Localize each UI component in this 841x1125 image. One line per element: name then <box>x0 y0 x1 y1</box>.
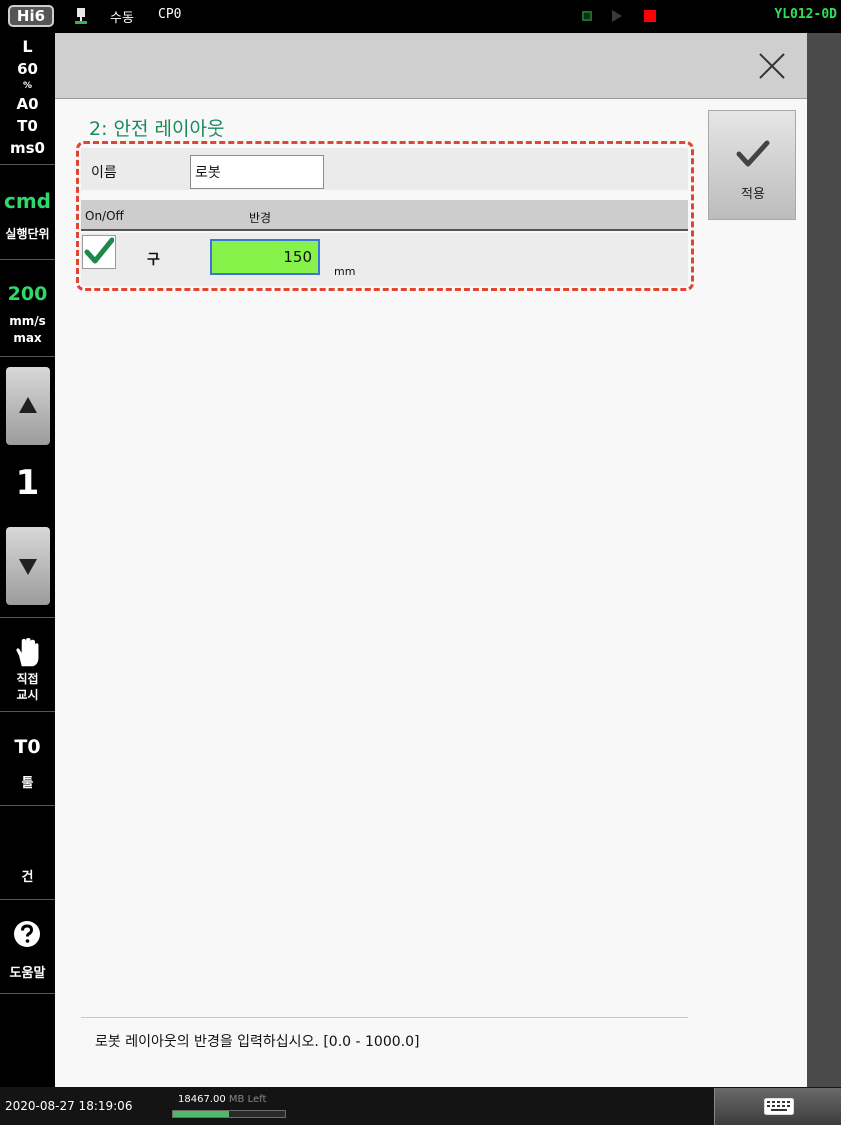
page-title: 2: 안전 레이아웃 <box>89 118 225 140</box>
mode-indicator: 수동 <box>110 11 134 26</box>
left-panel: L 60 % A0 T0 ms0 cmd 실행단위 200 mm/s max 1… <box>0 33 55 1087</box>
robot-id: YL012-0D <box>774 7 837 22</box>
tool-button[interactable]: T0 툴 <box>0 712 55 804</box>
help-label: 도움말 <box>9 966 46 981</box>
apply-button[interactable]: 적용 <box>708 110 796 220</box>
step-up-button[interactable] <box>6 367 50 445</box>
hand-icon <box>16 638 39 667</box>
memory-value: 18467.00 <box>178 1094 226 1105</box>
radius-input[interactable]: 150 <box>210 239 320 275</box>
exec-unit-label: 실행단위 <box>5 227 50 241</box>
right-strip <box>807 33 841 1087</box>
cp-indicator: CP0 <box>158 7 182 22</box>
hint-text: 로봇 레이아웃의 반경을 입력하십시오. [0.0 - 1000.0] <box>95 1034 420 1050</box>
table-row: 구 150 mm <box>81 233 688 286</box>
override-value[interactable]: 60 <box>0 60 55 78</box>
speed-unit: mm/s <box>9 314 46 328</box>
memory-bar-fill <box>173 1111 229 1117</box>
direct-teach-label: 직접 <box>16 672 39 686</box>
hi6-badge[interactable]: Hi6 <box>8 5 54 27</box>
checkmark-icon <box>84 237 114 264</box>
memory-status: 18467.00 MB Left <box>178 1094 266 1105</box>
datetime: 2020-08-27 18:19:06 <box>5 1099 133 1113</box>
tool-short: T0 <box>17 117 38 135</box>
divider <box>0 356 55 357</box>
window-header <box>55 33 807 99</box>
help-icon <box>14 921 40 947</box>
keyboard-icon <box>764 1098 794 1115</box>
keyboard-button[interactable] <box>714 1088 841 1125</box>
divider <box>0 993 55 994</box>
override-unit: % <box>22 81 33 91</box>
arrow-up-icon <box>19 397 37 413</box>
cmd-button[interactable]: cmd <box>0 189 55 213</box>
divider <box>81 1017 688 1018</box>
step-number: 1 <box>15 463 40 503</box>
direct-teach-label: 교시 <box>16 688 39 702</box>
shape-label: 구 <box>147 252 160 268</box>
gun-button[interactable]: 건 <box>0 806 55 898</box>
speed-value[interactable]: 200 <box>0 283 55 305</box>
close-icon[interactable] <box>757 51 787 81</box>
step-down-button[interactable] <box>6 527 50 605</box>
gun-label: 건 <box>21 870 34 885</box>
ms-value: ms0 <box>10 139 45 157</box>
column-header-radius: 반경 <box>249 211 272 225</box>
direct-teach-button[interactable]: 직접 교시 <box>0 618 55 710</box>
name-field[interactable]: 로봇 <box>190 155 324 189</box>
tool-value: T0 <box>14 736 41 758</box>
play-indicator-icon <box>612 10 622 22</box>
table-header: On/Off 반경 <box>81 200 688 231</box>
tool-label: 툴 <box>21 776 34 791</box>
memory-bar <box>172 1110 286 1118</box>
arrow-down-icon <box>19 559 37 575</box>
unit-label: mm <box>334 265 356 278</box>
check-icon <box>736 140 770 167</box>
onoff-checkbox[interactable] <box>82 235 116 269</box>
column-header-onoff: On/Off <box>85 209 124 223</box>
memory-unit: MB Left <box>228 1094 267 1105</box>
divider <box>0 164 55 165</box>
stop-indicator-icon <box>644 10 656 22</box>
divider <box>0 259 55 260</box>
speed-mode[interactable]: L <box>0 37 55 56</box>
help-button[interactable]: 도움말 <box>0 900 55 992</box>
main-window: 2: 안전 레이아웃 적용 이름 로봇 On/Off 반경 구 150 mm 로… <box>55 33 807 1087</box>
apply-label: 적용 <box>741 187 765 202</box>
name-label: 이름 <box>91 165 117 181</box>
bottom-bar: 2020-08-27 18:19:06 18467.00 MB Left <box>0 1087 841 1125</box>
connection-icon <box>75 8 87 24</box>
name-row: 이름 로봇 <box>81 148 688 190</box>
accuracy-value[interactable]: A0 <box>0 95 55 113</box>
speed-max: max <box>13 331 42 345</box>
run-indicator-icon <box>582 11 592 21</box>
status-bar: Hi6 수동 CP0 YL012-0D <box>0 0 841 33</box>
